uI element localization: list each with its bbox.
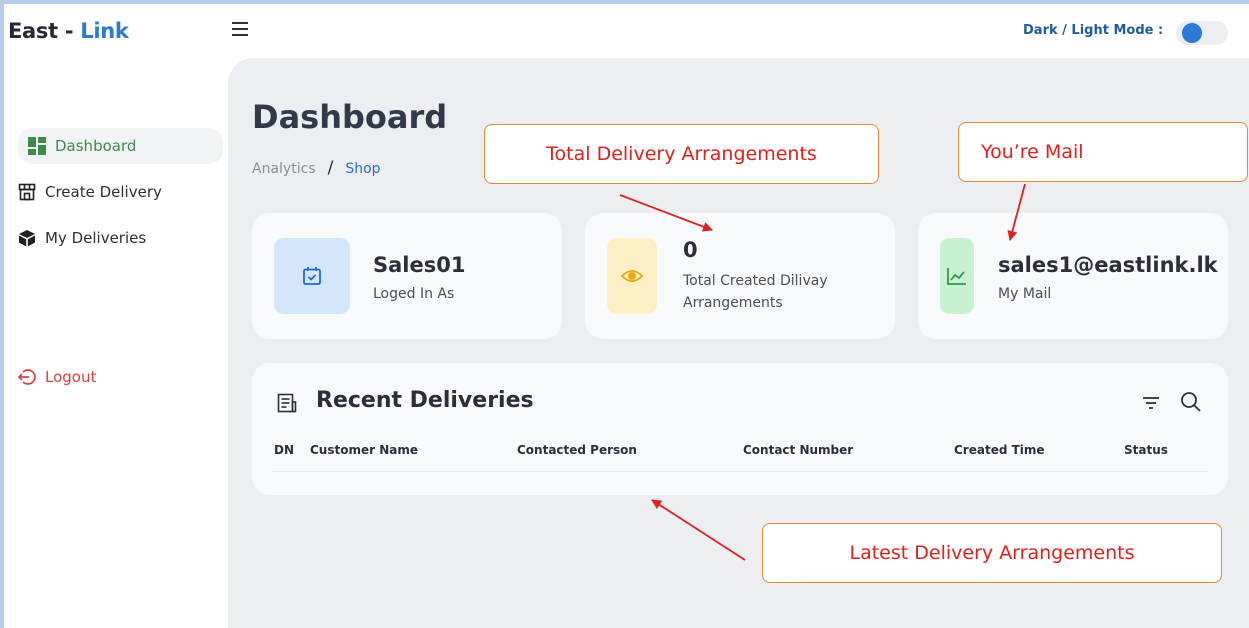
arrow-total bbox=[619, 194, 713, 232]
annotation-arrows bbox=[619, 183, 1026, 561]
arrow-mail bbox=[1007, 183, 1026, 241]
arrow-latest bbox=[651, 499, 746, 561]
